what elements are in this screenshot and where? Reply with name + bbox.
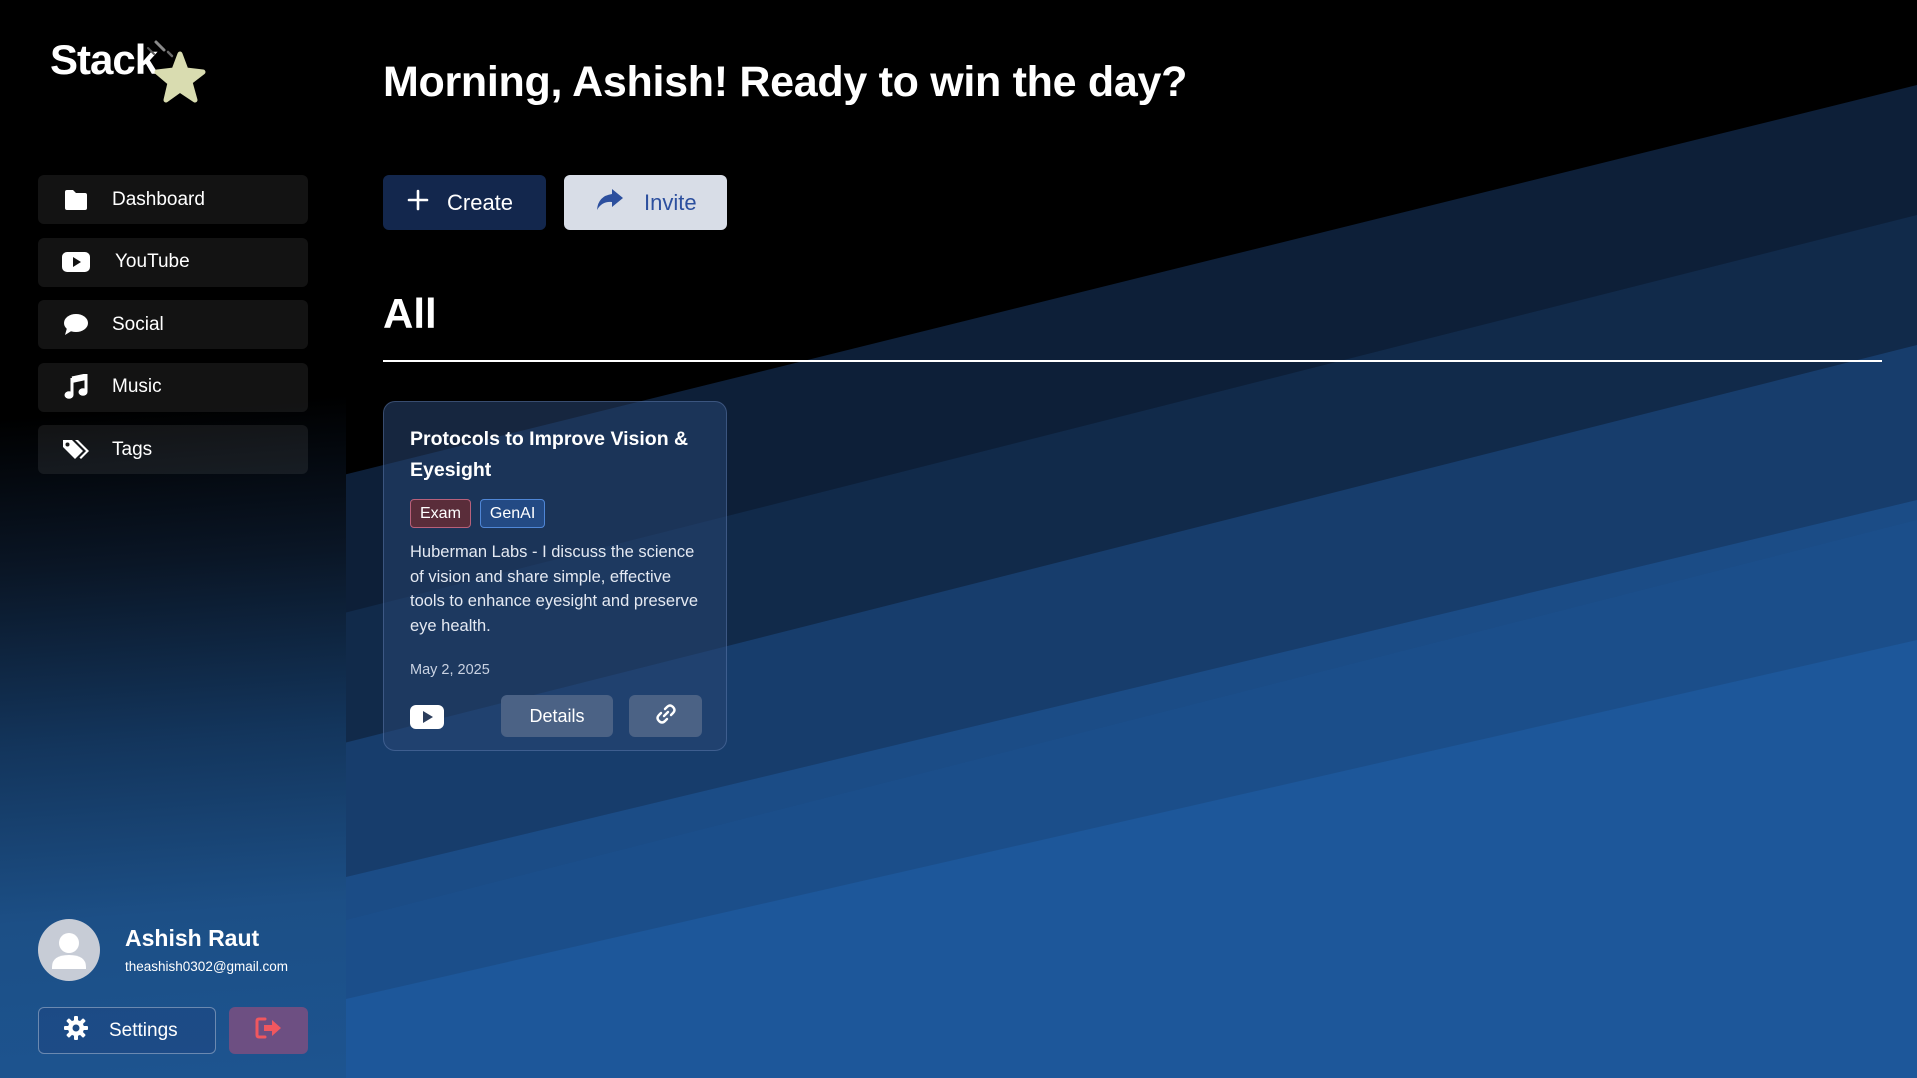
gear-icon xyxy=(63,1015,89,1046)
sidebar-item-music[interactable]: Music xyxy=(38,362,308,412)
link-button[interactable] xyxy=(629,695,702,737)
card-title: Protocols to Improve Vision & Eyesight xyxy=(410,428,689,481)
invite-label: Invite xyxy=(644,189,697,215)
chat-bubble-icon xyxy=(62,311,90,339)
sidebar: Stack Dashboard YouTube Social Music Tag… xyxy=(0,0,346,1078)
logout-button[interactable] xyxy=(229,1007,308,1054)
sidebar-item-label: Music xyxy=(112,376,162,397)
sidebar-item-tags[interactable]: Tags xyxy=(38,425,308,474)
plus-icon xyxy=(407,189,429,216)
music-note-icon xyxy=(62,373,90,401)
card-date: May 2, 2025 xyxy=(410,662,490,678)
profile-email: theashish0302@gmail.com xyxy=(125,959,289,974)
profile-name: Ashish Raut xyxy=(125,925,260,951)
user-profile[interactable]: Ashish Raut theashish0302@gmail.com xyxy=(38,919,328,981)
youtube-icon xyxy=(410,705,444,729)
star-icon xyxy=(147,40,206,103)
sidebar-nav: Dashboard YouTube Social Music Tags xyxy=(38,175,308,488)
share-icon xyxy=(596,188,624,217)
link-icon xyxy=(654,702,678,731)
page-title: Morning, Ashish! Ready to win the day? xyxy=(383,58,1188,106)
settings-label: Settings xyxy=(109,1019,178,1041)
details-button[interactable]: Details xyxy=(501,695,613,737)
avatar xyxy=(38,919,100,981)
invite-button[interactable]: Invite xyxy=(564,175,727,230)
app-logo[interactable]: Stack xyxy=(50,34,220,114)
tags-icon xyxy=(62,436,90,464)
card-description: Huberman Labs - I discuss the science of… xyxy=(410,543,699,635)
settings-button[interactable]: Settings xyxy=(38,1007,216,1054)
card-tags: Exam GenAI xyxy=(410,499,554,528)
sidebar-item-label: YouTube xyxy=(115,251,190,272)
tag-badge[interactable]: GenAI xyxy=(479,499,546,528)
sidebar-item-label: Dashboard xyxy=(112,188,205,210)
sidebar-item-label: Tags xyxy=(112,438,153,460)
youtube-icon xyxy=(62,248,90,276)
folder-icon xyxy=(62,186,90,214)
sidebar-item-label: Social xyxy=(112,313,164,335)
tag-badge[interactable]: Exam xyxy=(410,499,471,528)
create-label: Create xyxy=(447,189,514,215)
content-card[interactable]: Protocols to Improve Vision & Eyesight E… xyxy=(383,401,727,751)
main-content: Morning, Ashish! Ready to win the day? C… xyxy=(346,0,1917,1078)
user-icon xyxy=(52,933,86,969)
logout-icon xyxy=(255,1017,283,1044)
divider xyxy=(383,360,1882,362)
create-button[interactable]: Create xyxy=(383,175,546,230)
sidebar-item-social[interactable]: Social xyxy=(38,300,308,349)
sidebar-item-dashboard[interactable]: Dashboard xyxy=(38,175,308,224)
section-title: All xyxy=(383,290,437,337)
sidebar-item-youtube[interactable]: YouTube xyxy=(38,237,308,287)
